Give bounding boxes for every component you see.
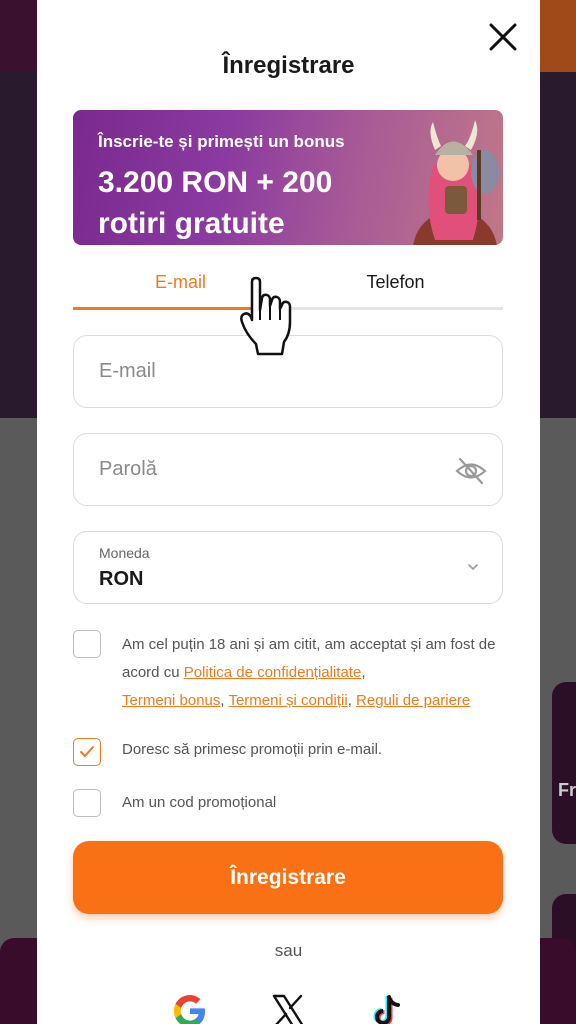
promo-email-checkbox[interactable] bbox=[73, 738, 101, 766]
or-divider-text: sau bbox=[274, 941, 303, 960]
x-icon[interactable] bbox=[270, 993, 306, 1024]
terms-conditions-link[interactable]: Termeni și condiții bbox=[228, 692, 347, 709]
close-button[interactable] bbox=[484, 18, 522, 56]
promo-code-label: Am un cod promoțional bbox=[122, 794, 277, 811]
terms-separator: , bbox=[361, 664, 366, 681]
betting-rules-link[interactable]: Reguli de pariere bbox=[356, 692, 470, 709]
signup-method-tabs: E-mail Telefon bbox=[73, 268, 503, 310]
email-placeholder: E-mail bbox=[99, 360, 156, 382]
bonus-banner[interactable]: Înscrie-te și primești un bonus 3.200 RO… bbox=[73, 110, 503, 245]
promo-email-label: Doresc să primesc promoții prin e-mail. bbox=[122, 741, 383, 758]
close-icon bbox=[489, 23, 517, 51]
modal-title: Înregistrare bbox=[222, 52, 355, 79]
eye-slash-icon[interactable] bbox=[454, 454, 488, 488]
google-icon[interactable] bbox=[172, 993, 208, 1024]
tab-phone[interactable]: Telefon bbox=[288, 272, 503, 293]
banner-subtitle: Înscrie-te și primești un bonus bbox=[98, 132, 345, 151]
currency-label: Moneda bbox=[99, 545, 150, 561]
checkmark-icon bbox=[80, 746, 94, 757]
tiktok-icon[interactable] bbox=[369, 993, 405, 1024]
currency-select[interactable]: Moneda RON bbox=[73, 531, 503, 604]
password-placeholder: Parolă bbox=[99, 458, 157, 480]
background-bottom-bar bbox=[0, 938, 40, 1024]
promo-code-checkbox[interactable] bbox=[73, 789, 101, 817]
active-tab-indicator bbox=[73, 307, 288, 310]
register-button[interactable]: Înregistrare bbox=[73, 841, 503, 914]
currency-value: RON bbox=[99, 568, 144, 590]
background-bottom-bar bbox=[536, 938, 576, 1024]
bonus-terms-link[interactable]: Termeni bonus bbox=[122, 692, 220, 709]
tab-email[interactable]: E-mail bbox=[73, 272, 288, 293]
terms-text: Am cel puțin 18 ani și am citit, am acce… bbox=[122, 631, 507, 715]
terms-separator: , bbox=[347, 692, 357, 709]
banner-headline: 3.200 RON + 200 rotiri gratuite bbox=[98, 166, 333, 240]
password-field[interactable]: Parolă bbox=[73, 433, 503, 506]
email-field[interactable]: E-mail bbox=[73, 335, 503, 408]
chevron-down-icon bbox=[468, 564, 478, 571]
background-card: Fr bbox=[552, 682, 576, 844]
privacy-policy-link[interactable]: Politica de confidențialitate bbox=[184, 664, 362, 681]
viking-character-illustration bbox=[413, 120, 499, 245]
terms-checkbox[interactable] bbox=[73, 630, 101, 658]
